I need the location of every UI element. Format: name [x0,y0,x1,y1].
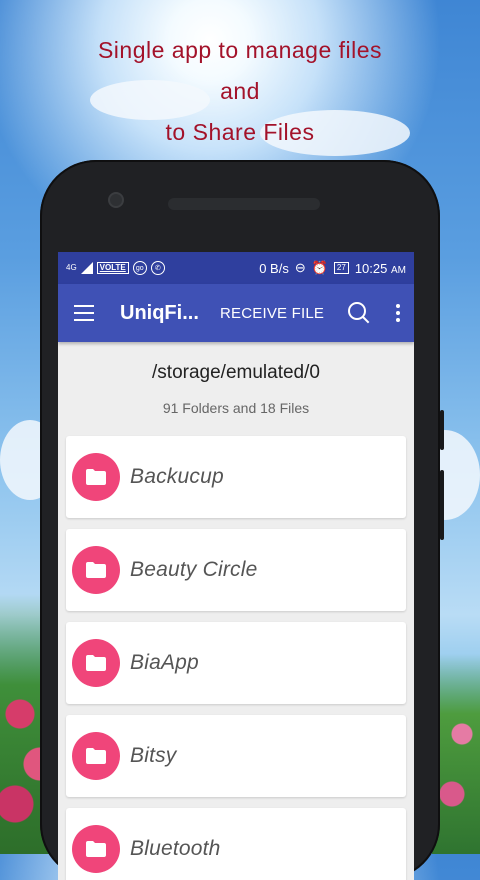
folder-name: Backucup [130,465,224,488]
app-toolbar: UniqFi... RECEIVE FILE [58,284,414,342]
side-button [440,410,444,450]
phone-frame: 4G VOLTE go ✆ 0 B/s ⊖ ⏰ 27 10:25 AM Uniq… [40,160,444,880]
do-not-disturb-icon: ⊖ [294,260,306,275]
network-type: 4G [66,263,77,272]
promo-line: to Share Files [165,119,315,145]
folder-name: BiaApp [130,651,199,674]
promo-line: Single app to manage files [97,37,383,63]
folder-icon [72,732,120,780]
folder-list: Backucup Beauty Circle BiaApp Bitsy Blue… [58,416,414,880]
folder-row-beauty-circle[interactable]: Beauty Circle [66,529,406,611]
alarm-icon: ⏰ [311,260,328,275]
receive-file-button[interactable]: RECEIVE FILE [220,305,324,322]
go-icon: go [132,261,147,275]
whatsapp-icon: ✆ [150,261,165,275]
folder-row-bluetooth[interactable]: Bluetooth [66,808,406,880]
promo-headline: Single app to manage files and to Share … [0,30,480,153]
side-button [440,470,444,540]
folder-name: Beauty Circle [130,558,258,581]
hamburger-icon[interactable] [74,305,94,321]
status-left: 4G VOLTE go ✆ [66,261,165,275]
folder-icon [72,825,120,873]
status-right: 0 B/s ⊖ ⏰ 27 10:25 AM [259,260,406,276]
folder-name: Bitsy [130,744,177,767]
volte-icon: VOLTE [96,262,129,274]
folder-icon [72,453,120,501]
earpiece-speaker [168,198,320,210]
clock: 10:25 AM [355,261,406,276]
search-icon[interactable] [348,302,370,324]
folder-row-bitsy[interactable]: Bitsy [66,715,406,797]
folder-icon [72,639,120,687]
app-screen: 4G VOLTE go ✆ 0 B/s ⊖ ⏰ 27 10:25 AM Uniq… [58,252,414,880]
folder-name: Bluetooth [130,837,221,860]
folder-row-backucup[interactable]: Backucup [66,436,406,518]
front-camera [108,192,124,208]
network-speed: 0 B/s [259,260,289,276]
status-bar: 4G VOLTE go ✆ 0 B/s ⊖ ⏰ 27 10:25 AM [58,252,414,284]
folder-file-count: 91 Folders and 18 Files [162,400,310,416]
folder-row-biaapp[interactable]: BiaApp [66,622,406,704]
app-title: UniqFi... [120,301,199,324]
current-path: /storage/emulated/0 [152,362,320,383]
signal-icon [80,262,93,274]
promo-line: and [220,78,260,104]
more-vert-icon[interactable] [396,304,401,322]
folder-icon [72,546,120,594]
clock-ampm: AM [391,264,406,276]
battery-icon: 27 [333,262,349,274]
clock-time: 10:25 [354,260,388,276]
location-header: /storage/emulated/0 91 Folders and 18 Fi… [58,342,414,416]
